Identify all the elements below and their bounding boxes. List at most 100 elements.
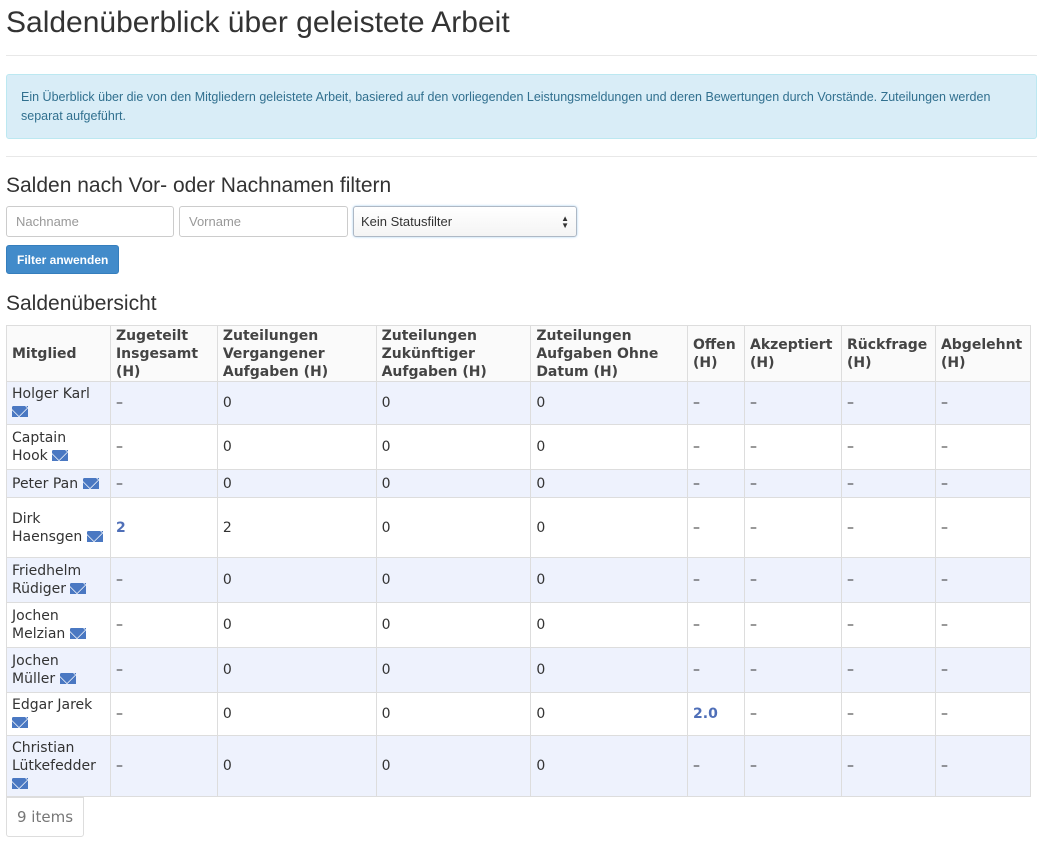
value-cell[interactable]: 2.0 (687, 692, 745, 736)
value-cell: 0 (530, 602, 689, 648)
member-name: Dirk Haensgen (12, 510, 83, 545)
column-header[interactable]: Zuteilungen Aufgaben Ohne Datum (H) (530, 325, 689, 382)
value-cell: 0 (375, 497, 532, 558)
value-cell: – (109, 602, 218, 648)
value-cell: – (744, 469, 842, 498)
table-row: Jochen Müller –0 0 0– – – – (6, 647, 1032, 693)
mail-icon[interactable] (12, 778, 28, 789)
mail-icon[interactable] (86, 530, 103, 542)
value-cell: – (687, 469, 745, 498)
value-cell: – (840, 557, 936, 603)
value-cell: – (687, 497, 745, 558)
value-cell: – (840, 692, 936, 736)
column-header[interactable]: Zuteilungen Zukünftiger Aufgaben (H) (375, 325, 532, 382)
table-row: Friedhelm Rüdiger –0 0 0– – – – (6, 557, 1032, 603)
column-header[interactable]: Zuteilungen Vergangener Aufgaben (H) (216, 325, 377, 382)
table-row: Dirk Haensgen 2 2 0 0– – – – (6, 497, 1032, 558)
member-name: Jochen Melzian (12, 608, 66, 642)
value-cell: – (687, 602, 745, 648)
value-cell: – (744, 735, 842, 797)
member-cell: Christian Lütkefedder (6, 735, 111, 797)
value-cell[interactable]: 2 (109, 497, 218, 558)
value-cell: 0 (216, 647, 377, 693)
value-cell: – (744, 497, 842, 558)
table-row: Captain Hook –0 0 0– – – – (6, 424, 1032, 470)
value-cell: – (109, 735, 218, 797)
mail-icon[interactable] (52, 450, 69, 461)
member-cell: Jochen Müller (6, 647, 111, 693)
mail-icon[interactable] (12, 406, 28, 417)
value-cell: – (109, 469, 218, 498)
value-cell: – (840, 469, 936, 498)
table-body: Holger Karl –0 0 0– – – – Captain Hook –0 0 0– – –… (6, 381, 1032, 797)
mail-icon[interactable] (59, 673, 76, 684)
value-cell: 0 (216, 381, 377, 425)
value-cell: – (687, 381, 745, 425)
mail-icon[interactable] (82, 477, 99, 489)
value-cell: – (744, 692, 842, 736)
column-header[interactable]: Mitglied (6, 325, 111, 382)
filter-form: Kein Statusfilter ▲▼ (6, 206, 1037, 237)
column-header[interactable]: Abgelehnt (H) (934, 325, 1032, 382)
value-cell: – (744, 602, 842, 648)
value-cell: – (109, 692, 218, 736)
value-cell: – (934, 469, 1032, 498)
value-cell: – (744, 424, 842, 470)
member-name: Christian Lütkefedder (12, 740, 96, 774)
value-cell: 0 (530, 381, 689, 425)
value-cell: 0 (375, 602, 532, 648)
table-header-row: Mitglied Zugeteilt Insgesamt (H) Zuteilu… (6, 325, 1032, 382)
value-cell: – (109, 424, 218, 470)
value-cell: – (840, 602, 936, 648)
value-cell: – (934, 424, 1032, 470)
value-cell: – (840, 381, 936, 425)
value-cell: 0 (216, 557, 377, 603)
status-select[interactable]: Kein Statusfilter ▲ ▼ (353, 206, 577, 237)
member-cell: Peter Pan (6, 469, 111, 498)
mail-icon[interactable] (70, 583, 87, 594)
value-cell: 0 (530, 557, 689, 603)
member-cell: Dirk Haensgen (6, 497, 111, 558)
value-cell: – (840, 647, 936, 693)
value-cell: 0 (216, 692, 377, 736)
value-cell: 0 (375, 647, 532, 693)
value-cell: – (109, 381, 218, 425)
mail-icon[interactable] (12, 717, 28, 728)
value-cell: 0 (530, 469, 689, 498)
column-header[interactable]: Offen (H) (687, 325, 745, 382)
value-cell: – (934, 557, 1032, 603)
table-heading: Saldenübersicht (6, 292, 157, 315)
value-cell: – (744, 381, 842, 425)
member-cell: Friedhelm Rüdiger (6, 557, 111, 603)
filter-heading: Salden nach Vor- oder Nachnamen filtern (6, 174, 392, 197)
page: Saldenüberblick über geleistete Arbeit E… (0, 0, 1043, 837)
value-cell: 0 (530, 424, 689, 470)
status-select-value: Kein Statusfilter (361, 214, 453, 229)
member-name: Peter Pan (12, 475, 79, 492)
value-cell: 0 (375, 692, 532, 736)
column-header[interactable]: Akzeptiert (H) (744, 325, 842, 382)
value-cell: – (840, 424, 936, 470)
value-cell: – (687, 735, 745, 797)
firstname-input[interactable] (179, 206, 348, 237)
column-header[interactable]: Zugeteilt Insgesamt (H) (109, 325, 218, 382)
column-header[interactable]: Rückfrage (H) (840, 325, 936, 382)
lastname-input[interactable] (6, 206, 174, 237)
value-cell: 0 (375, 735, 532, 797)
value-cell: – (934, 647, 1032, 693)
value-cell: – (744, 557, 842, 603)
value-cell: 0 (530, 692, 689, 736)
value-cell: 0 (216, 735, 377, 797)
page-title: Saldenüberblick über geleistete Arbeit (6, 6, 510, 39)
member-name: Holger Karl (12, 386, 90, 402)
mail-icon[interactable] (69, 628, 86, 639)
member-name: Jochen Müller (12, 653, 59, 687)
table-row: Peter Pan –0 0 0– – – – (6, 469, 1032, 498)
member-cell: Jochen Melzian (6, 602, 111, 648)
member-cell: Holger Karl (6, 381, 111, 425)
value-cell: 0 (216, 424, 377, 470)
member-cell: Edgar Jarek (6, 692, 111, 736)
value-cell: 0 (530, 497, 689, 558)
value-cell: 2 (216, 497, 377, 558)
apply-filter-button[interactable]: Filter anwenden (6, 245, 120, 274)
